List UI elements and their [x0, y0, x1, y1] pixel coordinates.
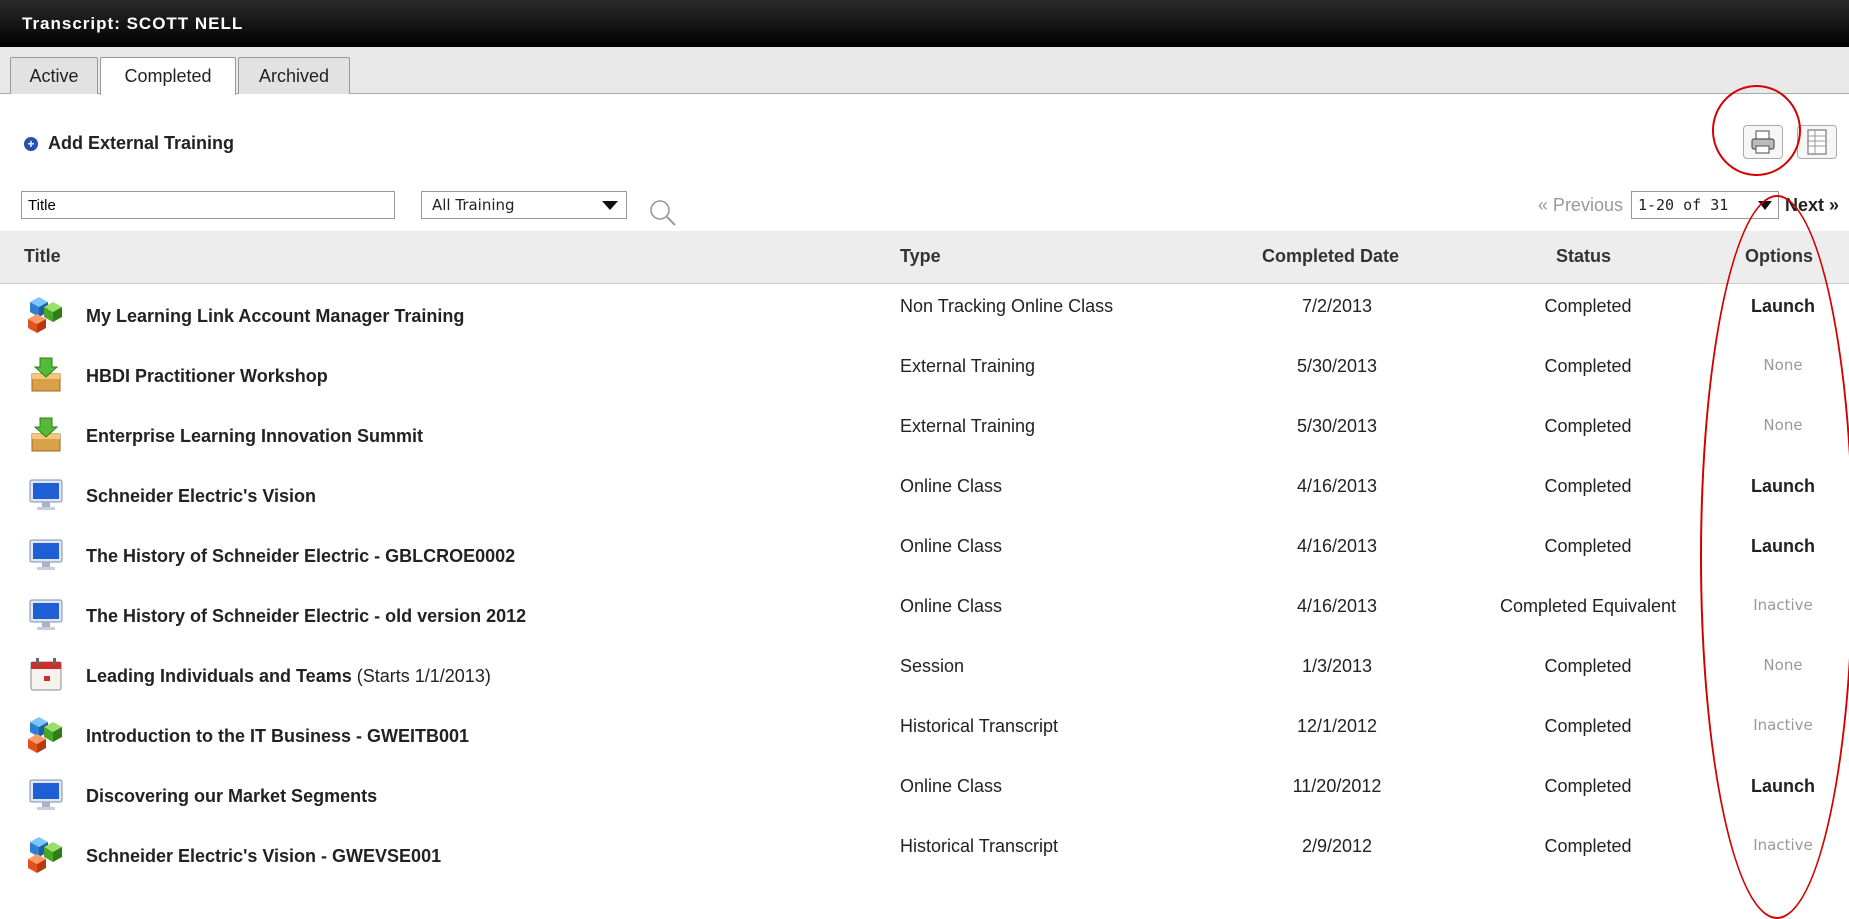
column-status[interactable]: Status: [1556, 246, 1611, 267]
tab-archived[interactable]: Archived: [238, 57, 350, 94]
course-type: Online Class: [900, 476, 1003, 496]
table-header: Title Type Completed Date Status Options: [0, 231, 1849, 284]
monitor-icon: [26, 594, 66, 634]
course-title-link[interactable]: Leading Individuals and Teams (Starts 1/…: [86, 666, 491, 687]
course-title: The History of Schneider Electric - old …: [86, 606, 527, 626]
status-text: Completed Equivalent: [1499, 596, 1677, 616]
tab-active[interactable]: Active: [10, 57, 98, 94]
table-row: Leading Individuals and Teams (Starts 1/…: [0, 644, 1849, 704]
course-type: Online Class: [900, 776, 1003, 796]
completed-date: 4/16/2013: [1296, 596, 1378, 616]
completed-date: 4/16/2013: [1296, 476, 1378, 496]
status-text: Completed: [1544, 776, 1632, 796]
cubes-icon: [26, 834, 66, 874]
completed-date: 7/2/2013: [1301, 296, 1373, 316]
add-external-training-link[interactable]: + Add External Training: [24, 133, 234, 154]
course-title: Leading Individuals and Teams: [86, 666, 352, 686]
monitor-icon: [26, 534, 66, 574]
course-title-link[interactable]: My Learning Link Account Manager Trainin…: [86, 306, 464, 327]
cubes-icon: [26, 294, 66, 334]
course-title: Schneider Electric's Vision: [86, 486, 317, 506]
add-external-training-label: Add External Training: [48, 133, 235, 153]
spreadsheet-icon: [1807, 129, 1827, 155]
column-type[interactable]: Type: [900, 246, 941, 267]
course-title: HBDI Practitioner Workshop: [86, 366, 328, 386]
monitor-icon: [26, 774, 66, 814]
course-type: Historical Transcript: [900, 836, 1059, 856]
course-title-link[interactable]: The History of Schneider Electric - GBLC…: [86, 546, 515, 567]
completed-date: 12/1/2012: [1296, 716, 1378, 736]
previous-link[interactable]: « Previous: [1538, 195, 1623, 216]
table-row: Introduction to the IT Business - GWEITB…: [0, 704, 1849, 764]
course-title-link[interactable]: Schneider Electric's Vision - GWEVSE001: [86, 846, 441, 867]
tab-bar: Active Completed Archived: [0, 47, 1849, 95]
course-title: Introduction to the IT Business - GWEITB…: [86, 726, 470, 746]
training-type-selected: All Training: [432, 196, 515, 214]
course-title-link[interactable]: Enterprise Learning Innovation Summit: [86, 426, 423, 447]
tab-completed[interactable]: Completed: [100, 57, 236, 95]
course-title: Discovering our Market Segments: [86, 786, 378, 806]
completed-date: 5/30/2013: [1296, 416, 1378, 436]
table-row: Schneider Electric's Vision - GWEVSE001 H…: [0, 824, 1849, 884]
completed-date: 5/30/2013: [1296, 356, 1378, 376]
status-text: Completed: [1544, 476, 1632, 496]
course-title-link[interactable]: Discovering our Market Segments: [86, 786, 377, 807]
inbox-download-icon: [26, 354, 66, 394]
table-row: Discovering our Market Segments Online Cl…: [0, 764, 1849, 824]
course-type: External Training: [900, 356, 1036, 376]
course-title-link[interactable]: Introduction to the IT Business - GWEITB…: [86, 726, 469, 747]
completed-date: 2/9/2012: [1301, 836, 1373, 856]
completed-date: 1/3/2013: [1301, 656, 1373, 676]
table-row: Schneider Electric's Vision Online Class 4…: [0, 464, 1849, 524]
column-title[interactable]: Title: [24, 246, 61, 267]
status-text: Completed: [1544, 356, 1632, 376]
course-title: The History of Schneider Electric - GBLC…: [86, 546, 516, 566]
page-title: Transcript: SCOTT NELL: [0, 0, 1849, 47]
course-type: Session: [900, 656, 965, 676]
course-title-link[interactable]: Schneider Electric's Vision: [86, 486, 316, 507]
table-row: Enterprise Learning Innovation Summit Ext…: [0, 404, 1849, 464]
annotation-circle: [1712, 85, 1801, 176]
page-range-value: 1-20 of 31: [1637, 196, 1729, 214]
dropdown-arrow-icon: [602, 201, 618, 210]
completed-date: 4/16/2013: [1296, 536, 1378, 556]
table-row: My Learning Link Account Manager Trainin…: [0, 284, 1849, 344]
cubes-icon: [26, 714, 66, 754]
annotation-circle: [1700, 195, 1849, 919]
course-title: My Learning Link Account Manager Trainin…: [86, 306, 465, 326]
monitor-icon: [26, 474, 66, 514]
search-icon[interactable]: [647, 197, 679, 229]
course-type: Online Class: [900, 596, 1003, 616]
course-title-link[interactable]: HBDI Practitioner Workshop: [86, 366, 328, 387]
status-text: Completed: [1544, 296, 1632, 316]
calendar-icon: [26, 654, 66, 694]
column-completed-date[interactable]: Completed Date: [1262, 246, 1399, 267]
inbox-download-icon: [26, 414, 66, 454]
title-search-input[interactable]: [21, 191, 395, 219]
table-row: The History of Schneider Electric - GBLC…: [0, 524, 1849, 584]
transcript-table: My Learning Link Account Manager Trainin…: [0, 284, 1849, 884]
status-text: Completed: [1544, 536, 1632, 556]
training-type-select[interactable]: All Training: [421, 191, 627, 219]
completed-date: 11/20/2012: [1292, 776, 1382, 796]
status-text: Completed: [1544, 836, 1632, 856]
course-title-link[interactable]: The History of Schneider Electric - old …: [86, 606, 526, 627]
course-type: Historical Transcript: [900, 716, 1059, 736]
export-button[interactable]: [1797, 125, 1837, 159]
plus-icon: +: [24, 136, 38, 151]
course-type: Online Class: [900, 536, 1003, 556]
table-row: The History of Schneider Electric - old …: [0, 584, 1849, 644]
course-start-date: (Starts 1/1/2013): [356, 666, 491, 686]
course-title: Enterprise Learning Innovation Summit: [86, 426, 424, 446]
course-type: Non Tracking Online Class: [900, 296, 1114, 316]
status-text: Completed: [1544, 656, 1632, 676]
course-type: External Training: [900, 416, 1036, 436]
status-text: Completed: [1544, 416, 1632, 436]
course-title: Schneider Electric's Vision - GWEVSE001: [86, 846, 442, 866]
table-row: HBDI Practitioner Workshop External Train…: [0, 344, 1849, 404]
status-text: Completed: [1544, 716, 1632, 736]
